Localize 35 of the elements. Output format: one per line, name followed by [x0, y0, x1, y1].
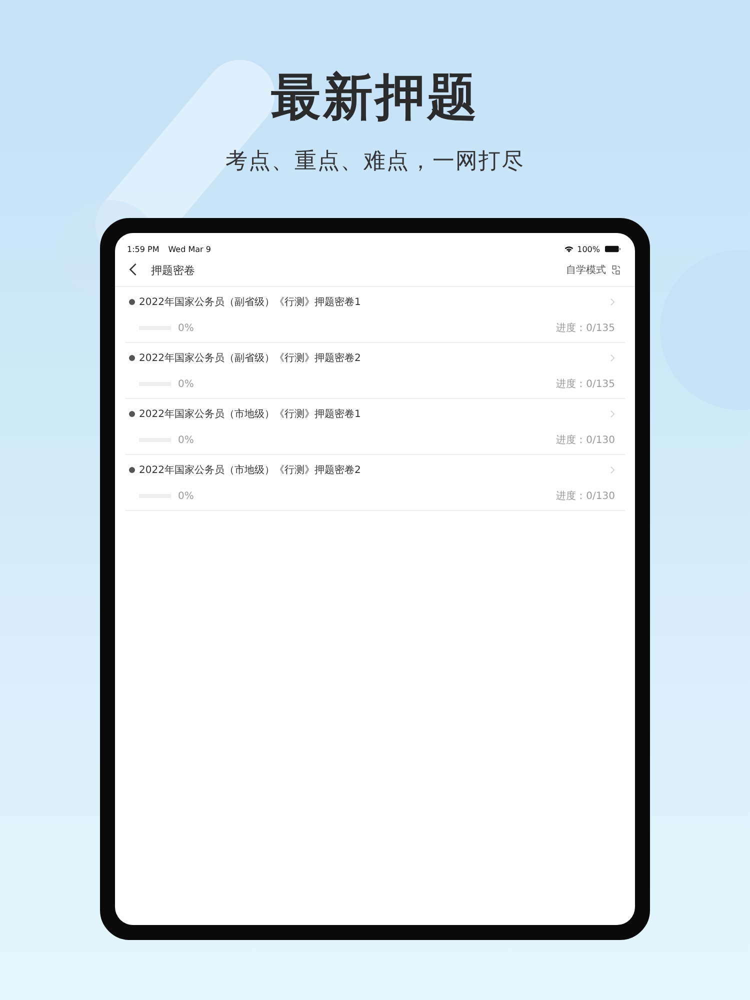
- progress-count: 进度：0/130: [556, 490, 615, 503]
- paper-title: 2022年国家公务员（副省级）《行测》押题密卷1: [139, 296, 361, 309]
- progress-count: 进度：0/135: [556, 378, 615, 391]
- paper-title: 2022年国家公务员（市地级）《行测》押题密卷1: [139, 408, 361, 421]
- switch-icon[interactable]: [611, 265, 621, 275]
- page-title: 押题密卷: [151, 262, 195, 278]
- headline: 最新押题: [271, 67, 479, 128]
- back-icon[interactable]: [129, 263, 139, 277]
- chevron-icon: [610, 354, 615, 362]
- paper-item[interactable]: 2022年国家公务员（市地级）《行测》押题密卷1 0% 进度：0/130: [125, 399, 625, 455]
- bullet-icon: [129, 467, 135, 473]
- progress-count: 进度：0/130: [556, 434, 615, 447]
- paper-item[interactable]: 2022年国家公务员（市地级）《行测》押题密卷2 0% 进度：0/130: [125, 455, 625, 511]
- bullet-icon: [129, 411, 135, 417]
- progress-percent: 0%: [178, 490, 194, 502]
- subtitle: 考点、重点、难点，一网打尽: [226, 148, 524, 176]
- progress-count: 进度：0/135: [556, 322, 615, 335]
- paper-item[interactable]: 2022年国家公务员（副省级）《行测》押题密卷1 0% 进度：0/135: [125, 287, 625, 343]
- wifi-icon: [564, 245, 574, 253]
- bullet-icon: [129, 355, 135, 361]
- paper-item[interactable]: 2022年国家公务员（副省级）《行测》押题密卷2 0% 进度：0/135: [125, 343, 625, 399]
- chevron-icon: [610, 466, 615, 474]
- progress-percent: 0%: [178, 434, 194, 446]
- battery-icon: [605, 245, 621, 253]
- battery-percent: 100%: [577, 244, 600, 254]
- status-date: Wed Mar 9: [168, 244, 211, 254]
- chevron-icon: [610, 298, 615, 306]
- progress-percent: 0%: [178, 378, 194, 390]
- paper-title: 2022年国家公务员（市地级）《行测》押题密卷2: [139, 464, 361, 477]
- progress-percent: 0%: [178, 322, 194, 334]
- status-time: 1:59 PM: [127, 244, 160, 254]
- mode-button[interactable]: 自学模式: [566, 263, 606, 277]
- paper-title: 2022年国家公务员（副省级）《行测》押题密卷2: [139, 352, 361, 365]
- chevron-icon: [610, 410, 615, 418]
- bullet-icon: [129, 299, 135, 305]
